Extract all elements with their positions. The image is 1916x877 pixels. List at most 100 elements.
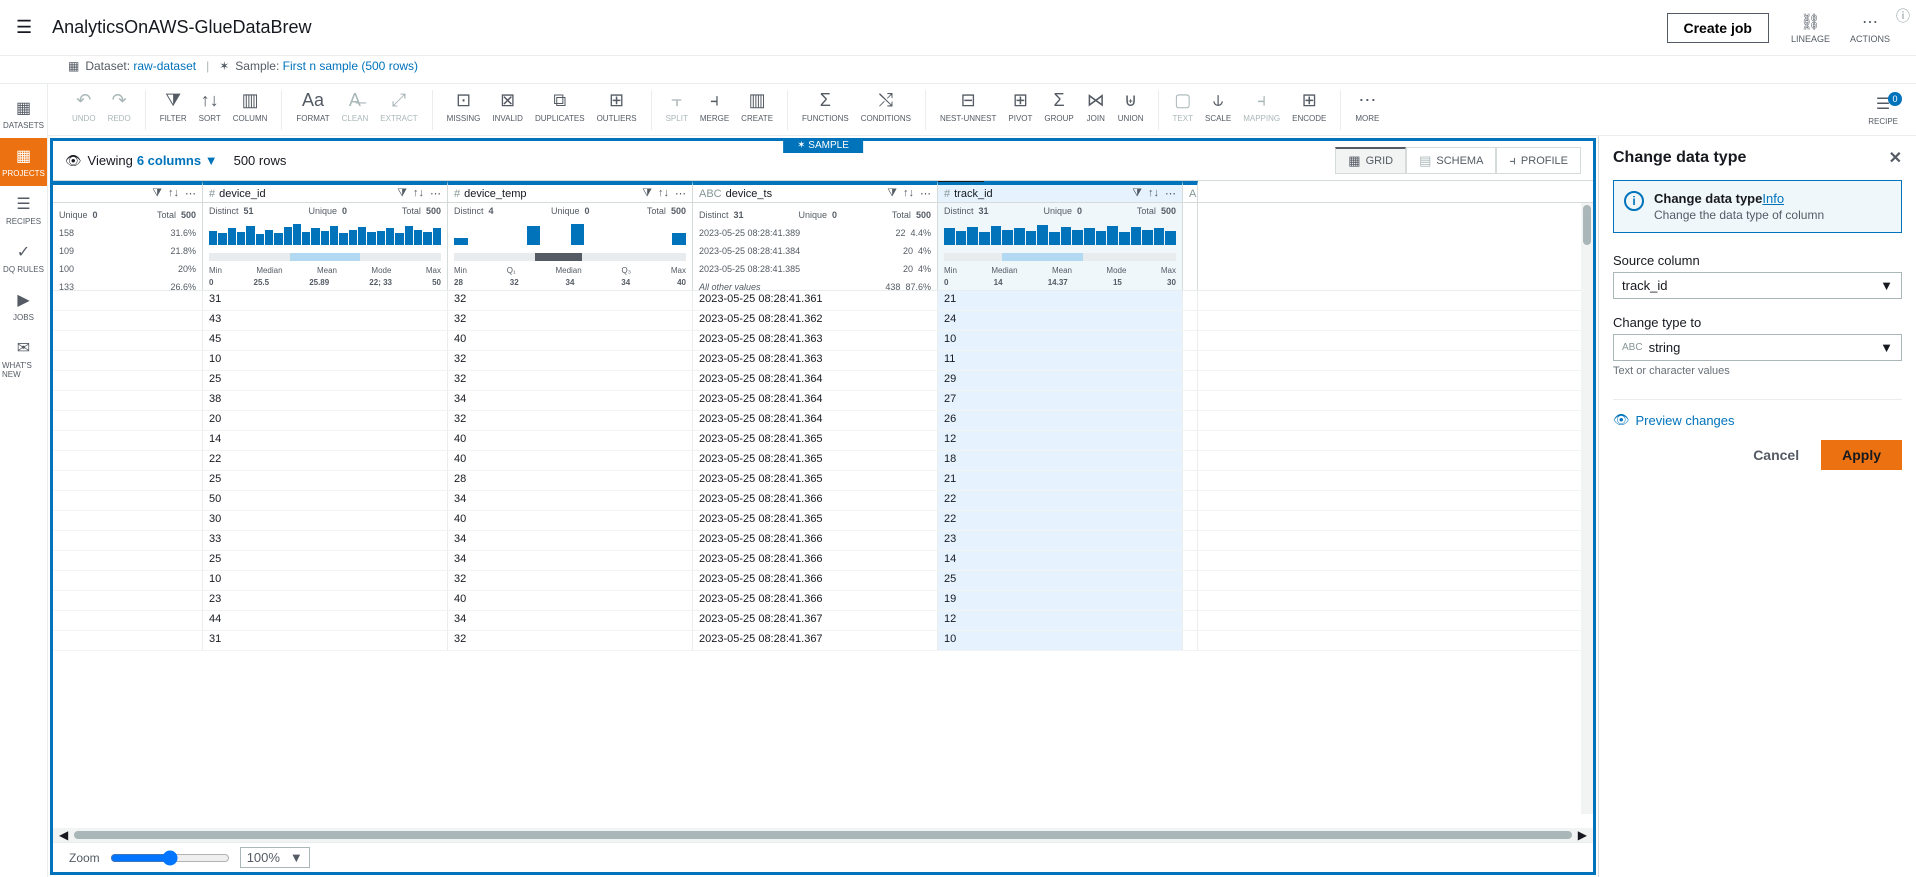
- scale-button[interactable]: ⫝SCALE: [1199, 90, 1237, 123]
- create-job-button[interactable]: Create job: [1667, 13, 1769, 43]
- table-row[interactable]: 10322023-05-25 08:28:41.36311: [53, 351, 1593, 371]
- col-head-track-id[interactable]: SOURCE #track_id ⧩↑↓⋯: [938, 181, 1183, 202]
- format-button[interactable]: AaFORMAT: [290, 90, 335, 123]
- text-icon: ▢: [1174, 90, 1191, 111]
- col-head-device-temp[interactable]: #device_temp ⧩↑↓⋯: [448, 181, 693, 202]
- encode-button[interactable]: ⊞ENCODE: [1286, 90, 1332, 123]
- table-row[interactable]: 23402023-05-25 08:28:41.36619: [53, 591, 1593, 611]
- nav-whatsnew[interactable]: ✉WHAT'S NEW: [0, 330, 47, 387]
- nav-datasets[interactable]: ▦DATASETS: [0, 90, 47, 138]
- functions-button[interactable]: ΣFUNCTIONS: [796, 90, 855, 123]
- sort-icon[interactable]: ↑↓: [1148, 187, 1159, 200]
- apply-button[interactable]: Apply: [1821, 440, 1902, 470]
- union-icon: ⊎: [1124, 90, 1137, 111]
- text-button[interactable]: ▢TEXT: [1167, 90, 1199, 123]
- tab-schema[interactable]: ▤SCHEMA: [1406, 147, 1496, 174]
- more-button[interactable]: ⋯MORE: [1349, 90, 1385, 123]
- sample-tab[interactable]: ✶ SAMPLE: [783, 138, 863, 153]
- sort-icon[interactable]: ↑↓: [658, 187, 669, 200]
- outliers-button[interactable]: ⊞OUTLIERS: [591, 90, 643, 123]
- more-icon[interactable]: ⋯: [1165, 187, 1176, 200]
- more-icon[interactable]: ⋯: [675, 187, 686, 200]
- sort-icon[interactable]: ↑↓: [413, 187, 424, 200]
- data-grid[interactable]: ⧩↑↓⋯ #device_id ⧩↑↓⋯ #device_temp ⧩↑↓⋯: [53, 181, 1593, 828]
- more-icon: ⋯: [1862, 12, 1878, 32]
- table-row[interactable]: 43322023-05-25 08:28:41.36224: [53, 311, 1593, 331]
- duplicates-button[interactable]: ⧉DUPLICATES: [529, 90, 591, 123]
- union-button[interactable]: ⊎UNION: [1112, 90, 1150, 123]
- filter-icon[interactable]: ⧩: [152, 187, 162, 200]
- mapping-button[interactable]: ⫞MAPPING: [1237, 90, 1286, 123]
- sort-button[interactable]: ↑↓SORT: [193, 90, 227, 123]
- create-button[interactable]: ▥CREATE: [735, 90, 779, 123]
- table-row[interactable]: 31322023-05-25 08:28:41.36710: [53, 631, 1593, 651]
- table-row[interactable]: 10322023-05-25 08:28:41.36625: [53, 571, 1593, 591]
- nav-jobs[interactable]: ▶JOBS: [0, 282, 47, 330]
- table-row[interactable]: 25322023-05-25 08:28:41.36429: [53, 371, 1593, 391]
- redo-button[interactable]: ↷REDO: [102, 90, 137, 123]
- column-button[interactable]: ▥COLUMN: [227, 90, 274, 123]
- info-link[interactable]: Info: [1762, 191, 1784, 206]
- close-icon[interactable]: ✕: [1889, 148, 1902, 168]
- col-head-rownum[interactable]: ⧩ ↑↓ ⋯: [53, 181, 203, 202]
- table-row[interactable]: 50342023-05-25 08:28:41.36622: [53, 491, 1593, 511]
- preview-changes-link[interactable]: 👁Preview changes: [1613, 399, 1902, 428]
- zoom-select[interactable]: 100%▼: [240, 847, 310, 868]
- zoom-slider[interactable]: [110, 850, 230, 866]
- filter-icon[interactable]: ⧩: [887, 187, 897, 200]
- tab-profile[interactable]: ⫞PROFILE: [1496, 147, 1581, 174]
- table-row[interactable]: 44342023-05-25 08:28:41.36712: [53, 611, 1593, 631]
- table-row[interactable]: 25342023-05-25 08:28:41.36614: [53, 551, 1593, 571]
- table-row[interactable]: 45402023-05-25 08:28:41.36310: [53, 331, 1593, 351]
- table-row[interactable]: 38342023-05-25 08:28:41.36427: [53, 391, 1593, 411]
- merge-button[interactable]: ⫞MERGE: [694, 90, 735, 123]
- invalid-button[interactable]: ⊠INVALID: [486, 90, 529, 123]
- group-button[interactable]: ΣGROUP: [1038, 90, 1079, 123]
- nav-recipes[interactable]: ☰RECIPES: [0, 186, 47, 234]
- table-row[interactable]: 30402023-05-25 08:28:41.36522: [53, 511, 1593, 531]
- tab-grid[interactable]: ▦GRID: [1335, 147, 1406, 174]
- clean-button[interactable]: A̶CLEAN: [336, 90, 375, 123]
- conditions-button[interactable]: ⤭CONDITIONS: [855, 90, 917, 123]
- more-icon[interactable]: ⋯: [430, 187, 441, 200]
- horizontal-scrollbar[interactable]: ◀▶: [53, 828, 1593, 842]
- col-head-device-id[interactable]: #device_id ⧩↑↓⋯: [203, 181, 448, 202]
- vertical-scrollbar[interactable]: [1581, 203, 1593, 814]
- menu-icon[interactable]: ☰: [16, 17, 32, 38]
- extract-button[interactable]: ⤢EXTRACT: [374, 90, 423, 123]
- col-head-next[interactable]: ABC: [1183, 181, 1198, 202]
- sort-icon[interactable]: ↑↓: [903, 187, 914, 200]
- change-type-select[interactable]: ABC string▼: [1613, 334, 1902, 361]
- more-icon[interactable]: ⋯: [185, 187, 196, 200]
- sample-link[interactable]: First n sample (500 rows): [283, 59, 418, 73]
- filter-icon[interactable]: ⧩: [642, 187, 652, 200]
- sort-icon[interactable]: ↑↓: [168, 187, 179, 200]
- undo-button[interactable]: ↶UNDO: [66, 90, 102, 123]
- nav-dqrules[interactable]: ✓DQ RULES: [0, 234, 47, 282]
- cancel-button[interactable]: Cancel: [1741, 440, 1811, 470]
- source-column-select[interactable]: track_id▼: [1613, 272, 1902, 299]
- columns-dropdown[interactable]: 6 columns ▼: [137, 153, 218, 168]
- missing-button[interactable]: ⊡MISSING: [441, 90, 487, 123]
- pivot-button[interactable]: ⊞PIVOT: [1002, 90, 1038, 123]
- lineage-button[interactable]: ⛓LINEAGE: [1781, 12, 1840, 44]
- col-head-device-ts[interactable]: ABCdevice_ts ⧩↑↓⋯: [693, 181, 938, 202]
- info-circle-icon[interactable]: ⓘ: [1896, 6, 1910, 26]
- actions-button[interactable]: ⋯ACTIONS: [1840, 12, 1900, 44]
- table-row[interactable]: 33342023-05-25 08:28:41.36623: [53, 531, 1593, 551]
- split-button[interactable]: ⫟SPLIT: [660, 90, 694, 123]
- recipe-button[interactable]: ☰ 0 RECIPE: [1860, 94, 1906, 126]
- table-row[interactable]: 25282023-05-25 08:28:41.36521: [53, 471, 1593, 491]
- nest-button[interactable]: ⊟NEST-UNNEST: [934, 90, 1002, 123]
- table-row[interactable]: 22402023-05-25 08:28:41.36518: [53, 451, 1593, 471]
- filter-icon[interactable]: ⧩: [397, 187, 407, 200]
- filter-button[interactable]: ⧩FILTER: [154, 90, 193, 123]
- join-button[interactable]: ⋈JOIN: [1080, 90, 1112, 123]
- table-row[interactable]: 14402023-05-25 08:28:41.36512: [53, 431, 1593, 451]
- table-row[interactable]: 20322023-05-25 08:28:41.36426: [53, 411, 1593, 431]
- table-row[interactable]: 31322023-05-25 08:28:41.36121: [53, 291, 1593, 311]
- dataset-link[interactable]: raw-dataset: [133, 59, 196, 73]
- nav-projects[interactable]: ▦PROJECTS: [0, 138, 47, 186]
- more-icon[interactable]: ⋯: [920, 187, 931, 200]
- filter-icon[interactable]: ⧩: [1132, 187, 1142, 200]
